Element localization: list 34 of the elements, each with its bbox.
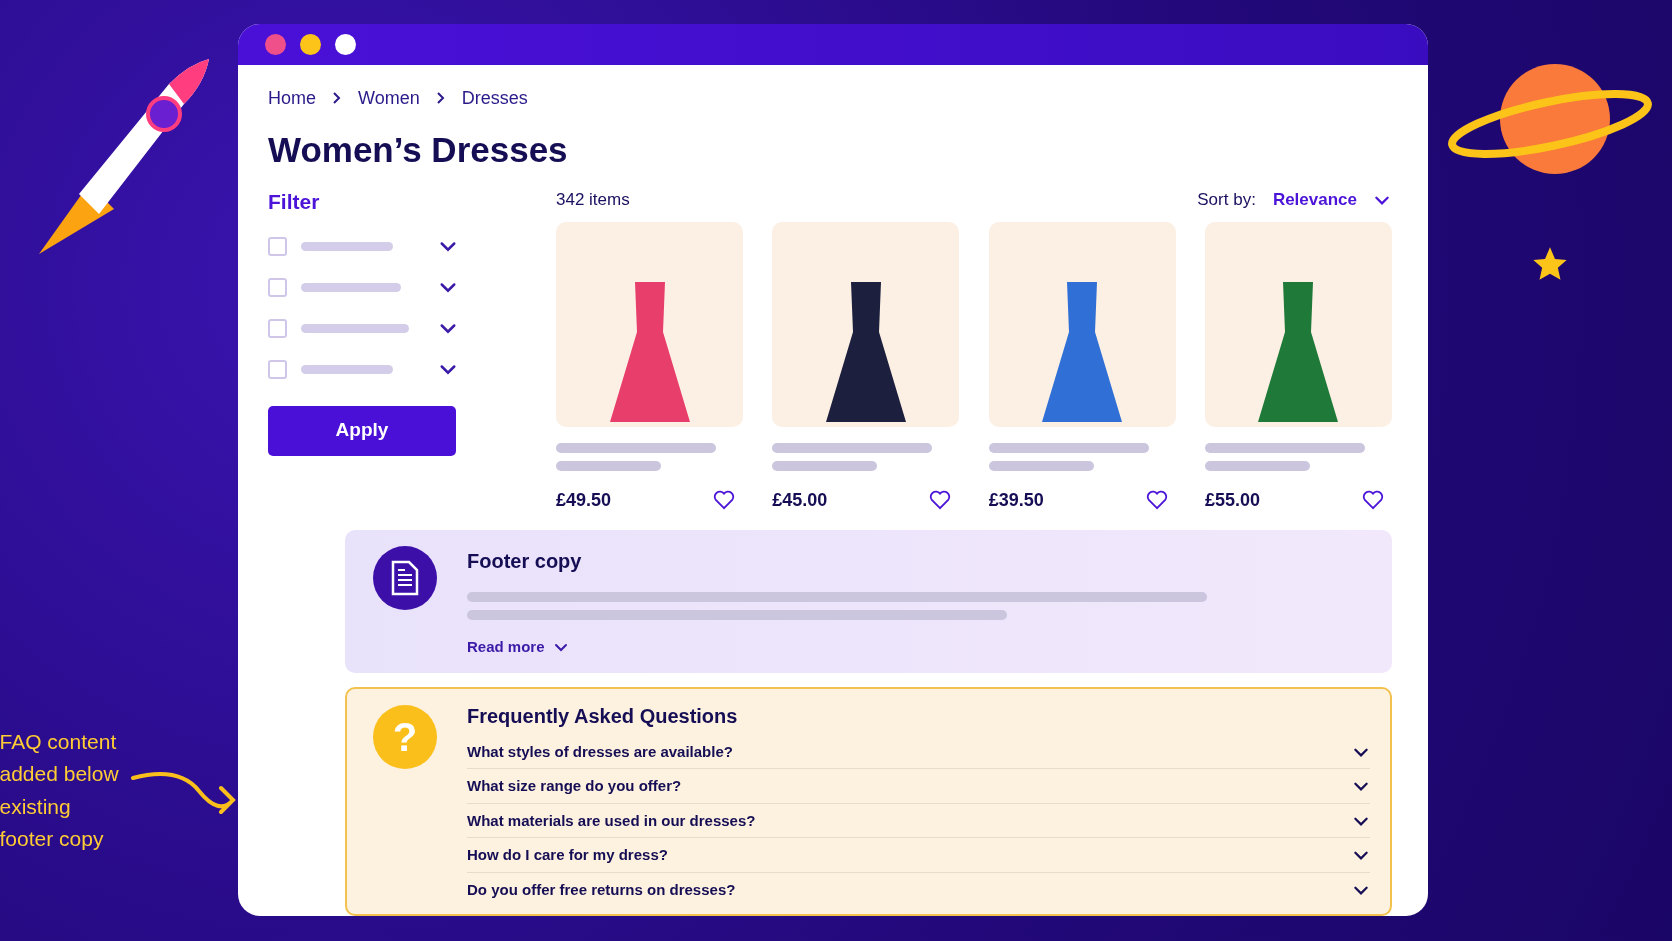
breadcrumb-link[interactable]: Women xyxy=(358,84,420,112)
price: £39.50 xyxy=(988,488,1044,512)
chevron-right-icon xyxy=(435,91,446,105)
faq-question[interactable]: Do you offer free returns on dresses? xyxy=(467,872,1370,906)
faq-heading: Frequently Asked Questions xyxy=(467,703,739,729)
heart-icon[interactable] xyxy=(713,490,735,510)
sort-dropdown[interactable]: Relevance xyxy=(1271,186,1392,214)
read-more-link[interactable]: Read more xyxy=(467,635,569,658)
chevron-right-icon xyxy=(332,91,342,105)
breadcrumb-link[interactable]: Dresses xyxy=(461,84,528,112)
heart-icon[interactable] xyxy=(929,490,952,510)
faq-question[interactable]: What materials are used in our dresses? xyxy=(467,803,1370,838)
apply-button[interactable]: Apply xyxy=(268,405,456,456)
checkbox[interactable] xyxy=(268,318,287,338)
price: £45.00 xyxy=(772,488,828,512)
item-count: 342 items xyxy=(556,189,630,211)
product-image[interactable] xyxy=(772,221,960,427)
heart-icon[interactable] xyxy=(1145,490,1168,510)
heart-icon[interactable] xyxy=(1362,490,1384,510)
faq-question-icon: ? xyxy=(373,704,437,769)
faq-question[interactable]: What styles of dresses are available? xyxy=(467,734,1370,769)
checkbox[interactable] xyxy=(268,359,287,379)
checkbox[interactable] xyxy=(268,277,287,297)
breadcrumb-link[interactable]: Home xyxy=(268,84,316,112)
faq-question[interactable]: What size range do you offer? xyxy=(467,769,1370,804)
price: £49.50 xyxy=(556,488,612,512)
checkbox[interactable] xyxy=(268,236,287,256)
sort-label: Sort by: xyxy=(1197,189,1256,211)
filter-heading: Filter xyxy=(268,189,321,215)
page-title: Women’s Dresses xyxy=(268,128,569,171)
faq-question[interactable]: How do I care for my dress? xyxy=(467,838,1370,873)
annotation-text: FAQ content added below existing footer copy xyxy=(0,728,120,853)
footer-copy-heading: Footer copy xyxy=(467,548,583,574)
price: £55.00 xyxy=(1205,488,1261,512)
